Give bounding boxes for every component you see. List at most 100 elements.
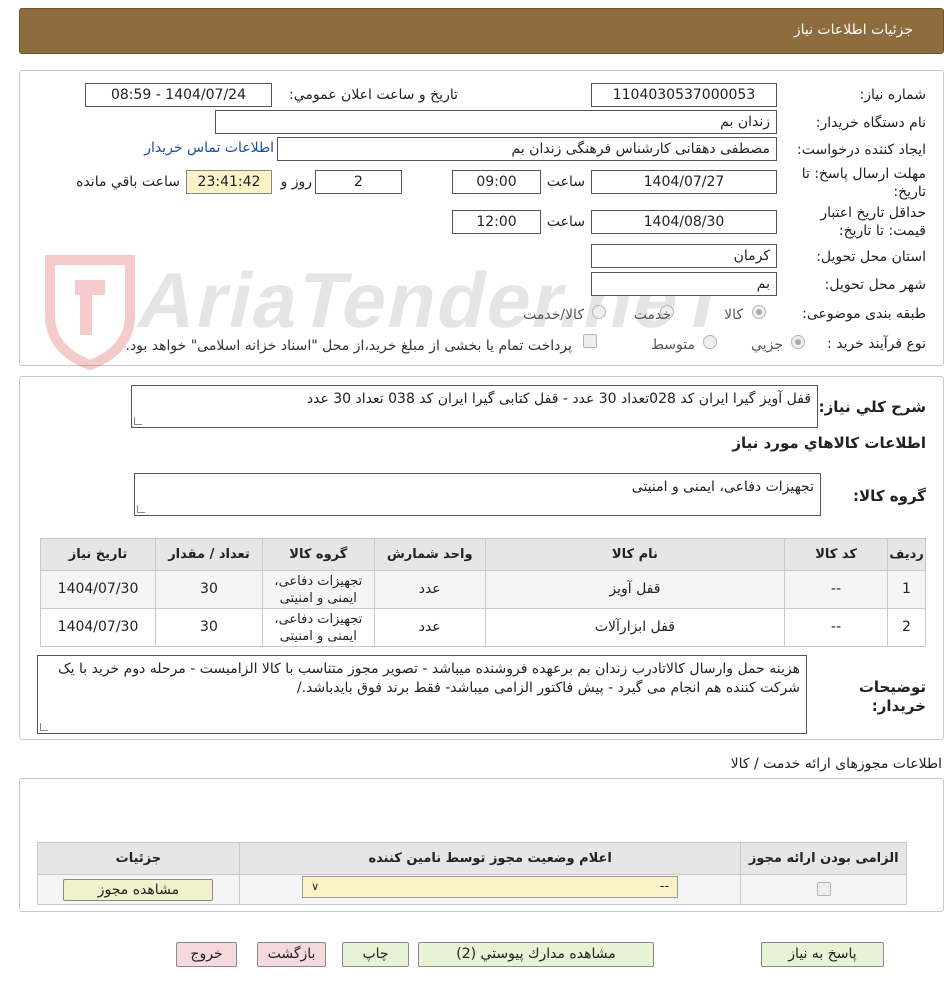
province-label: استان محل تحويل:	[816, 249, 926, 265]
cell-name: قفل آویز	[484, 570, 786, 609]
col-code: کد کالا	[784, 538, 889, 571]
need-number-field: 1104030537000053	[591, 83, 777, 107]
permits-section-title: اطلاعات مجوزهای ارائه خدمت / کالا	[730, 756, 942, 772]
reply-time-field: 09:00	[452, 170, 541, 194]
reply-button[interactable]: پاسخ به نياز	[761, 942, 884, 967]
description-field: قفل آویز گیرا ایران کد 028تعداد 30 عدد -…	[131, 385, 818, 428]
cell-group: تجهیزات دفاعی، ایمنی و امنیتی	[261, 608, 375, 647]
permits-table-header: الزامی بودن ارائه مجوز اعلام وضعيت مجوز …	[37, 842, 907, 875]
validity-label-1: حداقل تاريخ اعتبار	[820, 205, 926, 221]
treasury-note: پرداخت تمام يا بخشی از مبلغ خريد،از محل …	[125, 338, 572, 354]
page-title: جزئیات اطلاعات نیاز	[793, 22, 913, 38]
remaining-days-field: 2	[315, 170, 402, 194]
cell-permit-details: مشاهده مجوز	[37, 874, 240, 905]
buyer-notes-text: هزینه حمل وارسال کالاتادرب زندان بم برعه…	[58, 661, 800, 696]
announce-date-field: 1404/07/24 - 08:59	[85, 83, 272, 107]
goods-group-label: گروه کالا:	[853, 487, 926, 505]
chevron-down-icon: ∨	[311, 880, 320, 893]
process-minor-radio[interactable]	[791, 335, 805, 349]
city-field: بم	[591, 272, 777, 296]
process-label: نوع فرآيند خريد :	[827, 336, 926, 352]
cell-date: 1404/07/30	[39, 608, 157, 647]
reply-deadline-label-2: تاريخ:	[893, 184, 926, 200]
col-permit-status: اعلام وضعيت مجوز توسط نامين کننده	[238, 842, 742, 875]
col-name: نام کالا	[484, 538, 786, 571]
permit-required-checkbox[interactable]	[816, 882, 831, 896]
description-text: قفل آویز گیرا ایران کد 028تعداد 30 عدد -…	[306, 391, 811, 407]
validity-time-field: 12:00	[452, 210, 541, 234]
col-date: تاريخ نياز	[39, 538, 157, 571]
col-permit-details: جزئيات	[37, 842, 240, 875]
buyer-notes-label-2: خريدار:	[871, 697, 926, 715]
process-medium-label: متوسط	[651, 337, 695, 353]
col-row: رديف	[887, 538, 926, 571]
city-label: شهر محل تحويل:	[824, 277, 926, 293]
table-row: 1 -- قفل آویز عدد تجهیزات دفاعی، ایمنی و…	[39, 570, 926, 609]
table-row: ∨ -- مشاهده مجوز	[37, 874, 907, 905]
category-goods-radio[interactable]	[752, 305, 766, 319]
col-group: گروه کالا	[261, 538, 375, 571]
cell-row: 2	[887, 608, 926, 647]
permit-status-select[interactable]: ∨ --	[302, 876, 679, 898]
category-label: طبقه بندی موضوعی:	[802, 306, 926, 322]
cell-unit: عدد	[373, 570, 486, 609]
goods-section-title: اطلاعات کالاهاي مورد نياز	[732, 434, 926, 452]
category-goods-service-label: کالا/خدمت	[523, 307, 584, 323]
cell-permit-required	[740, 874, 907, 905]
resize-handle-icon[interactable]	[134, 417, 142, 425]
permits-table: الزامی بودن ارائه مجوز اعلام وضعيت مجوز …	[37, 842, 907, 905]
print-button[interactable]: چاپ	[342, 942, 409, 967]
reply-time-label: ساعت	[546, 174, 585, 190]
process-medium-radio[interactable]	[703, 335, 717, 349]
cell-permit-status: ∨ --	[238, 874, 742, 905]
view-attachments-button[interactable]: مشاهده مدارك پيوستي (2)	[418, 942, 654, 967]
buyer-contact-link[interactable]: اطلاعات تماس خريدار	[144, 140, 274, 156]
creator-label: ايجاد کننده درخواست:	[797, 142, 926, 158]
col-quantity: تعداد / مقدار	[155, 538, 263, 571]
cell-date: 1404/07/30	[39, 570, 157, 609]
goods-table-header: رديف کد کالا نام کالا واحد شمارش گروه کا…	[39, 538, 926, 571]
cell-quantity: 30	[155, 570, 263, 609]
buyer-org-label: نام دستگاه خريدار:	[815, 115, 926, 131]
permit-status-value: --	[659, 879, 670, 894]
description-label: شرح کلي نياز:	[818, 398, 926, 416]
validity-date-field: 1404/08/30	[591, 210, 777, 234]
cell-code: --	[784, 570, 889, 609]
process-minor-label: جزيي	[751, 337, 783, 353]
reply-deadline-label-1: مهلت ارسال پاسخ: تا	[801, 166, 926, 182]
table-row: 2 -- قفل ابزارآلات عدد تجهیزات دفاعی، ای…	[39, 608, 926, 647]
goods-group-text: تجهیزات دفاعی، ایمنی و امنیتی	[631, 479, 814, 495]
buyer-notes-field: هزینه حمل وارسال کالاتادرب زندان بم برعه…	[37, 655, 807, 734]
need-number-label: شماره نیاز:	[859, 87, 927, 103]
cell-name: قفل ابزارآلات	[484, 608, 786, 647]
validity-time-label: ساعت	[546, 214, 585, 230]
buyer-org-field: زندان بم	[215, 110, 777, 134]
cell-group: تجهیزات دفاعی، ایمنی و امنیتی	[261, 570, 375, 609]
days-label: روز و	[280, 174, 313, 190]
province-field: کرمان	[591, 244, 777, 268]
treasury-checkbox[interactable]	[583, 334, 597, 348]
reply-date-field: 1404/07/27	[591, 170, 777, 194]
view-permit-button[interactable]: مشاهده مجوز	[63, 878, 214, 901]
page-header: جزئیات اطلاعات نیاز	[19, 8, 944, 54]
watermark-text: AriaTender.neT	[130, 256, 740, 344]
cell-row: 1	[887, 570, 926, 609]
cell-unit: عدد	[373, 608, 486, 647]
cell-quantity: 30	[155, 608, 263, 647]
remaining-time-label: ساعت باقي مانده	[76, 174, 180, 190]
resize-handle-icon[interactable]	[137, 505, 145, 513]
back-button[interactable]: بازگشت	[257, 942, 326, 967]
buyer-notes-label-1: توضيحات	[858, 678, 926, 696]
cell-code: --	[784, 608, 889, 647]
category-service-label: خدمت	[633, 307, 671, 323]
category-goods-service-radio[interactable]	[592, 305, 606, 319]
announce-date-label: تاریخ و ساعت اعلان عمومي:	[289, 87, 458, 103]
validity-label-2: قيمت: تا تاريخ:	[838, 223, 926, 239]
goods-group-field: تجهیزات دفاعی، ایمنی و امنیتی	[134, 473, 821, 516]
creator-field: مصطفی دهقانی کارشناس فرهنگی زندان بم	[277, 137, 777, 161]
category-goods-label: کالا	[724, 307, 743, 323]
col-permit-required: الزامی بودن ارائه مجوز	[740, 842, 907, 875]
exit-button[interactable]: خروج	[176, 942, 237, 967]
col-unit: واحد شمارش	[373, 538, 486, 571]
resize-handle-icon[interactable]	[40, 723, 48, 731]
